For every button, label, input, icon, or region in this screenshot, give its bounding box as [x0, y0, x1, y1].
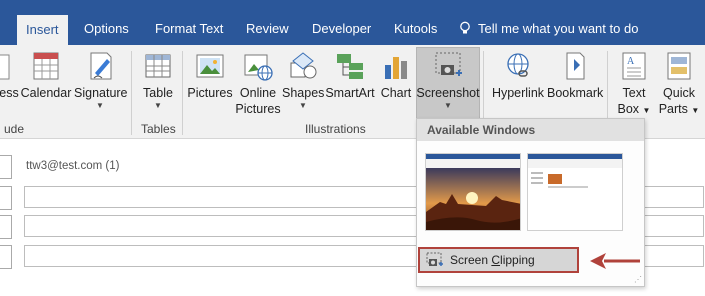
online-pictures-button[interactable]: Online Pictures — [235, 49, 281, 117]
business-card-icon — [0, 54, 10, 80]
tell-me-box[interactable]: Tell me what you want to do — [458, 13, 638, 45]
tab-review[interactable]: Review — [246, 13, 289, 45]
chart-button[interactable]: Chart — [378, 49, 414, 101]
annotation-arrow-icon — [590, 253, 640, 269]
group-label-include: ude — [4, 122, 25, 136]
window-thumbnail-1[interactable] — [425, 153, 521, 231]
quick-parts-icon — [667, 52, 691, 80]
screen-clipping-icon — [426, 252, 443, 266]
cc-button[interactable] — [0, 215, 12, 239]
bookmark-button[interactable]: Bookmark — [547, 49, 603, 101]
hyperlink-button[interactable]: Hyperlink — [489, 49, 547, 101]
chevron-down-icon: ▼ — [642, 106, 651, 115]
hyperlink-icon — [507, 53, 529, 77]
chevron-down-icon: ▼ — [96, 101, 104, 110]
group-divider — [131, 51, 132, 135]
pictures-button[interactable]: Pictures — [187, 49, 233, 101]
pictures-icon — [196, 54, 224, 78]
online-pictures-icon — [244, 54, 273, 81]
tab-kutools[interactable]: Kutools — [394, 13, 437, 45]
signature-icon — [90, 52, 112, 80]
resize-grip-icon[interactable]: ⋰ — [634, 275, 642, 284]
tell-me-text: Tell me what you want to do — [478, 21, 639, 36]
text-box-button[interactable]: A Text Box ▼ — [614, 49, 654, 119]
smartart-button[interactable]: SmartArt — [325, 49, 375, 101]
bcc-button[interactable] — [0, 245, 12, 269]
chevron-down-icon: ▼ — [444, 101, 452, 110]
lightbulb-icon — [460, 21, 470, 34]
text-box-icon: A — [622, 52, 646, 80]
screenshot-button[interactable]: Screenshot ▼ — [416, 49, 480, 111]
from-address: ttw3@test.com (1) — [26, 160, 120, 172]
chevron-down-icon: ▼ — [154, 101, 162, 110]
group-divider — [182, 51, 183, 135]
screenshot-icon — [435, 52, 462, 76]
tab-format-text[interactable]: Format Text — [155, 13, 223, 45]
smartart-icon — [337, 54, 363, 79]
tab-options[interactable]: Options — [84, 13, 129, 45]
screen-clipping-menu-item[interactable]: Screen Clipping — [418, 247, 579, 273]
window-thumbnail-image — [426, 154, 520, 230]
tab-insert[interactable]: Insert — [17, 15, 68, 45]
ribbon-tab-bar: Insert Options Format Text Review Develo… — [0, 0, 705, 45]
window-thumbnail-image — [528, 154, 622, 188]
chart-icon — [385, 57, 407, 79]
available-windows-header: Available Windows — [417, 119, 644, 141]
svg-text:A: A — [627, 56, 635, 67]
to-button[interactable] — [0, 186, 12, 210]
signature-button[interactable]: Signature ▼ — [74, 49, 128, 111]
table-icon — [145, 54, 171, 78]
from-button[interactable] — [0, 155, 12, 179]
chevron-down-icon: ▼ — [691, 106, 700, 115]
bookmark-icon — [566, 52, 585, 80]
shapes-icon — [290, 52, 317, 79]
business-card-button[interactable]: ess — [0, 49, 20, 101]
group-label-illustrations: Illustrations — [305, 122, 366, 136]
tab-developer[interactable]: Developer — [312, 13, 371, 45]
group-label-tables: Tables — [141, 122, 176, 136]
quick-parts-button[interactable]: Quick Parts ▼ — [657, 49, 701, 119]
calendar-button[interactable]: Calendar — [20, 49, 72, 101]
table-button[interactable]: Table ▼ — [139, 49, 177, 111]
chevron-down-icon: ▼ — [299, 101, 307, 110]
shapes-button[interactable]: Shapes ▼ — [282, 49, 324, 111]
calendar-icon — [33, 52, 59, 80]
window-thumbnail-2[interactable] — [527, 153, 623, 231]
